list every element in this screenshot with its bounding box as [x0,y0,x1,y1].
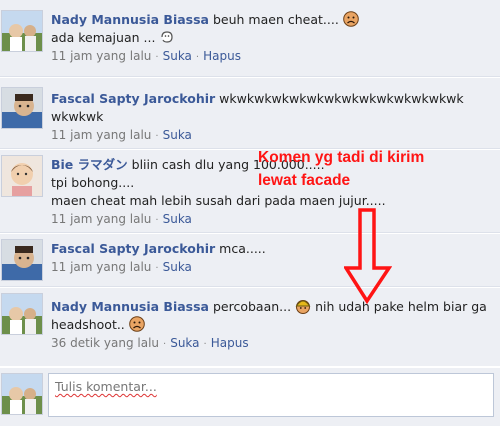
comment-item: Fascal Sapty Jarockohir mca..... 11 jam … [0,234,500,286]
comment-input[interactable]: Tulis komentar... [48,373,494,417]
like-link[interactable]: Suka [163,49,192,63]
divider [0,232,500,233]
comment-item: Nady Mannusia Biassa beuh maen cheat....… [0,0,500,76]
comment-item: Fascal Sapty Jarockohir wkwkwkwkwkwkwkwk… [0,78,500,148]
delete-link[interactable]: Hapus [211,336,249,350]
comment-text: nih udah pake helm biar ga [315,299,487,314]
delete-link[interactable]: Hapus [203,49,241,63]
like-link[interactable]: Suka [163,128,192,142]
comment-text: tpi bohong.... [51,175,135,190]
comment-text: percobaan... [212,299,292,314]
timestamp: 11 jam yang lalu [51,212,152,226]
comment-text: wkwkwkwkwkwkwkwkwkwkwkwkwkwk [219,91,464,106]
author-name[interactable]: Fascal Sapty Jarockohir [51,91,215,106]
like-link[interactable]: Suka [170,336,199,350]
comment-text: ada kemajuan ... [51,30,156,45]
avatar[interactable] [1,87,43,129]
author-name[interactable]: Nady Mannusia Biassa [51,299,209,314]
comment-item: Nady Mannusia Biassa percobaan... nih ud… [0,288,500,366]
divider [0,76,500,77]
like-link[interactable]: Suka [163,260,192,274]
red-down-arrow [344,208,392,304]
timestamp: 11 jam yang lalu [51,128,152,142]
avatar [1,373,43,415]
comment-input-placeholder: Tulis komentar... [55,379,157,394]
timestamp: 11 jam yang lalu [51,49,152,63]
frown-emoticon-icon [342,11,359,27]
avatar[interactable] [1,10,43,52]
timestamp: 36 detik yang lalu [51,336,160,350]
like-link[interactable]: Suka [163,212,192,226]
smile-emoticon-icon [159,29,175,45]
timestamp: 11 jam yang lalu [51,260,152,274]
comment-text: wkwkwk [51,109,104,124]
comment-text: maen cheat mah lebih susah dari pada mae… [51,193,386,208]
author-name[interactable]: Fascal Sapty Jarockohir [51,241,215,256]
divider [0,286,500,287]
comment-text: beuh maen cheat.... [212,12,339,27]
comment-text: headshoot.. [51,317,125,332]
author-name[interactable]: Nady Mannusia Biassa [51,12,209,27]
avatar[interactable] [1,155,43,197]
avatar[interactable] [1,239,43,281]
author-name[interactable]: Bie ラマダン [51,157,128,172]
annotation-text: Komen yg tadi di kirim lewat facade [258,149,425,189]
avatar[interactable] [1,293,43,335]
frown-emoticon-icon [128,316,145,332]
comment-text: mca..... [219,241,266,256]
helmet-emoticon-icon [295,298,311,314]
